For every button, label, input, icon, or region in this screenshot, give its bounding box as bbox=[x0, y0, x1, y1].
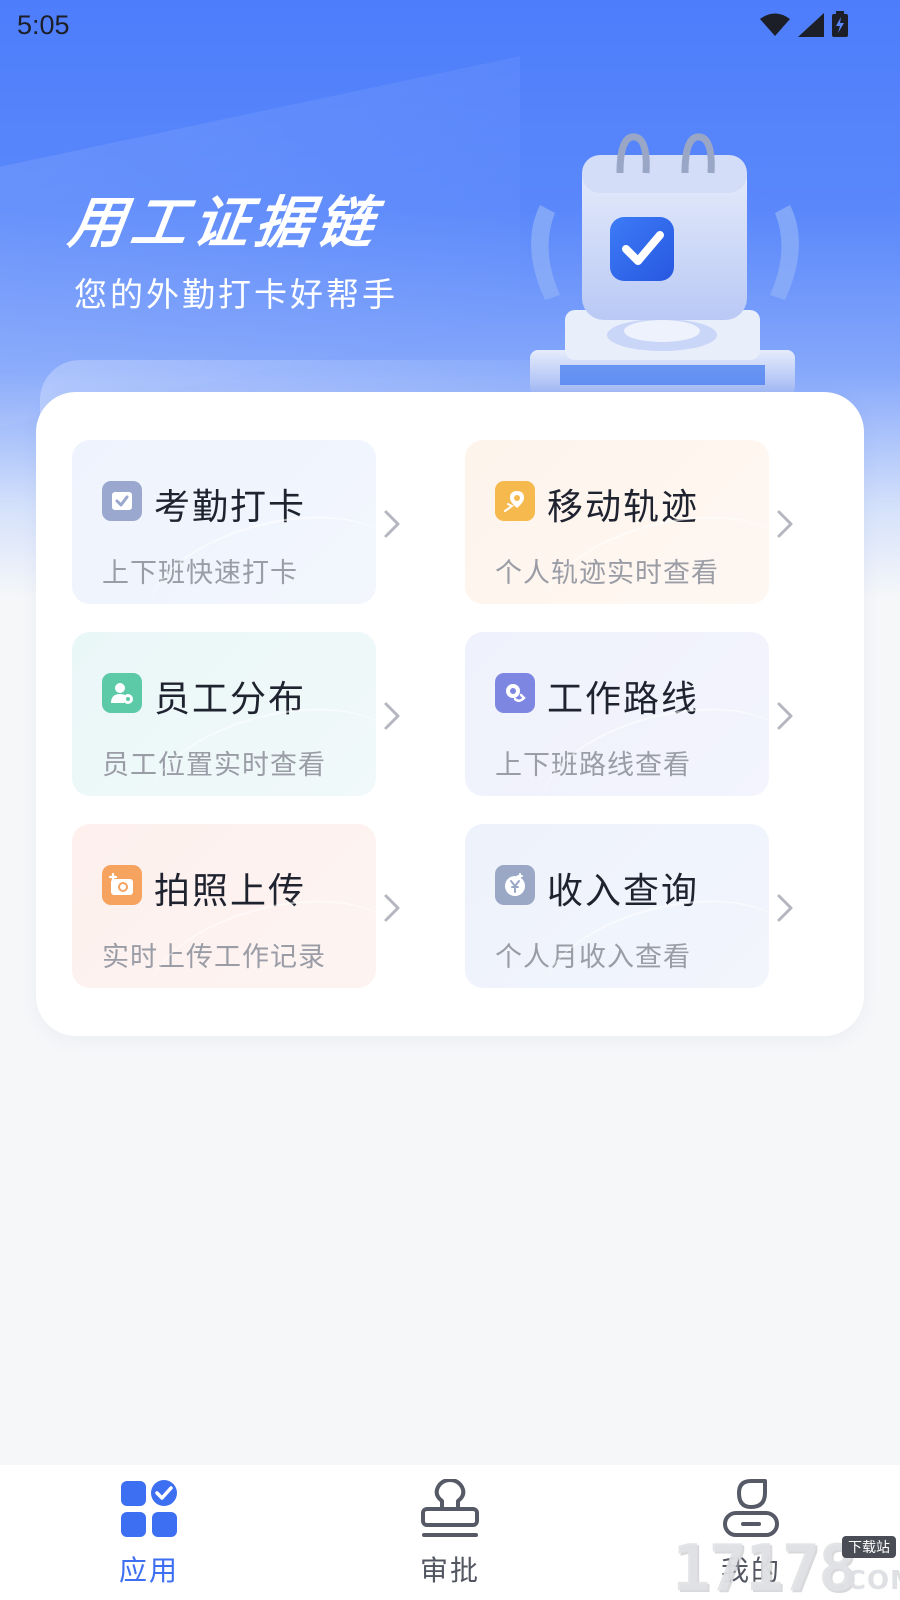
feature-tile-photo[interactable]: 拍照上传 实时上传工作记录 bbox=[72, 824, 376, 988]
chevron-right-icon[interactable] bbox=[775, 701, 795, 731]
person-location-icon bbox=[102, 673, 142, 713]
calendar-checkmark-illustration bbox=[520, 125, 810, 395]
tab-label: 审批 bbox=[419, 1554, 480, 1587]
camera-add-icon bbox=[102, 865, 142, 905]
status-bar: 5:05 bbox=[0, 0, 900, 50]
person-icon bbox=[721, 1479, 781, 1539]
feature-subtitle: 个人轨迹实时查看 bbox=[495, 558, 719, 589]
chevron-right-icon[interactable] bbox=[382, 509, 402, 539]
feature-tile-distribution[interactable]: 员工分布 员工位置实时查看 bbox=[72, 632, 376, 796]
map-pin-icon bbox=[495, 481, 535, 521]
feature-tile-track[interactable]: 移动轨迹 个人轨迹实时查看 bbox=[465, 440, 769, 604]
chevron-right-icon[interactable] bbox=[382, 893, 402, 923]
app-subtitle: 您的外勤打卡好帮手 bbox=[74, 275, 398, 314]
feature-subtitle: 员工位置实时查看 bbox=[102, 750, 326, 781]
feature-tile-attendance[interactable]: 考勤打卡 上下班快速打卡 bbox=[72, 440, 376, 604]
feature-title: 移动轨迹 bbox=[547, 487, 700, 528]
chevron-right-icon[interactable] bbox=[775, 509, 795, 539]
feature-subtitle: 上下班快速打卡 bbox=[102, 558, 298, 589]
stamp-icon bbox=[420, 1478, 480, 1539]
watermark-number: 17178 bbox=[672, 1532, 857, 1600]
status-time: 5:05 bbox=[17, 10, 70, 40]
feature-subtitle: 上下班路线查看 bbox=[495, 750, 691, 781]
feature-title: 收入查询 bbox=[547, 871, 700, 912]
battery-charging-icon bbox=[832, 11, 848, 37]
route-icon bbox=[495, 673, 535, 713]
watermark-label: 下载站 bbox=[842, 1536, 896, 1558]
tab-label: 应用 bbox=[118, 1554, 179, 1587]
tab-approval[interactable]: 审批 bbox=[375, 1465, 525, 1600]
tab-apps[interactable]: 应用 bbox=[74, 1465, 224, 1600]
feature-subtitle: 个人月收入查看 bbox=[495, 942, 691, 973]
feature-title: 考勤打卡 bbox=[154, 487, 307, 528]
site-watermark: 17178 下载站 .COM bbox=[672, 1532, 900, 1600]
feature-title: 拍照上传 bbox=[154, 871, 307, 912]
feature-tile-route[interactable]: 工作路线 上下班路线查看 bbox=[465, 632, 769, 796]
app-title: 用工证据链 bbox=[64, 191, 384, 256]
wifi-icon bbox=[760, 13, 790, 37]
feature-title: 员工分布 bbox=[154, 679, 307, 720]
income-yen-icon bbox=[495, 865, 535, 905]
apps-grid-icon bbox=[119, 1479, 179, 1539]
feature-tile-income[interactable]: 收入查询 个人月收入查看 bbox=[465, 824, 769, 988]
attendance-check-icon bbox=[102, 481, 142, 521]
chevron-right-icon[interactable] bbox=[382, 701, 402, 731]
feature-card: 考勤打卡 上下班快速打卡 移动轨迹 个人轨迹实时查看 员工分布 员工位置实时查看… bbox=[36, 392, 864, 1036]
chevron-right-icon[interactable] bbox=[775, 893, 795, 923]
watermark-suffix: .COM bbox=[836, 1566, 900, 1596]
signal-icon bbox=[798, 13, 824, 37]
feature-subtitle: 实时上传工作记录 bbox=[102, 942, 326, 973]
feature-title: 工作路线 bbox=[547, 679, 700, 720]
